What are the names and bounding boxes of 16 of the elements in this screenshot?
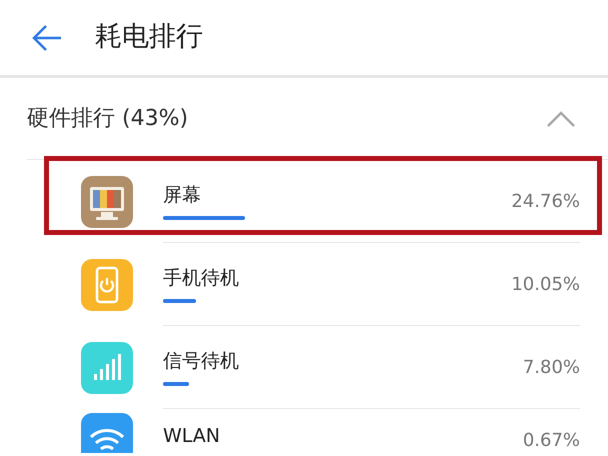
page-title: 耗电排行 <box>95 20 203 54</box>
usage-percent: 0.67% <box>522 429 580 453</box>
monitor-icon <box>81 176 133 228</box>
item-name: 信号待机 <box>163 349 240 374</box>
usage-percent: 24.76% <box>511 190 580 214</box>
item-name: 屏幕 <box>163 183 202 208</box>
back-icon[interactable] <box>31 24 63 52</box>
usage-percent: 7.80% <box>522 356 580 380</box>
wifi-icon <box>81 413 133 453</box>
item-name: 手机待机 <box>163 266 240 291</box>
section-title: 硬件排行 (43%) <box>27 105 188 133</box>
chevron-icon[interactable] <box>546 110 576 128</box>
phone-power-icon <box>81 258 133 310</box>
item-name: WLAN <box>163 424 220 449</box>
signal-icon <box>81 342 133 394</box>
usage-percent: 10.05% <box>511 272 580 296</box>
